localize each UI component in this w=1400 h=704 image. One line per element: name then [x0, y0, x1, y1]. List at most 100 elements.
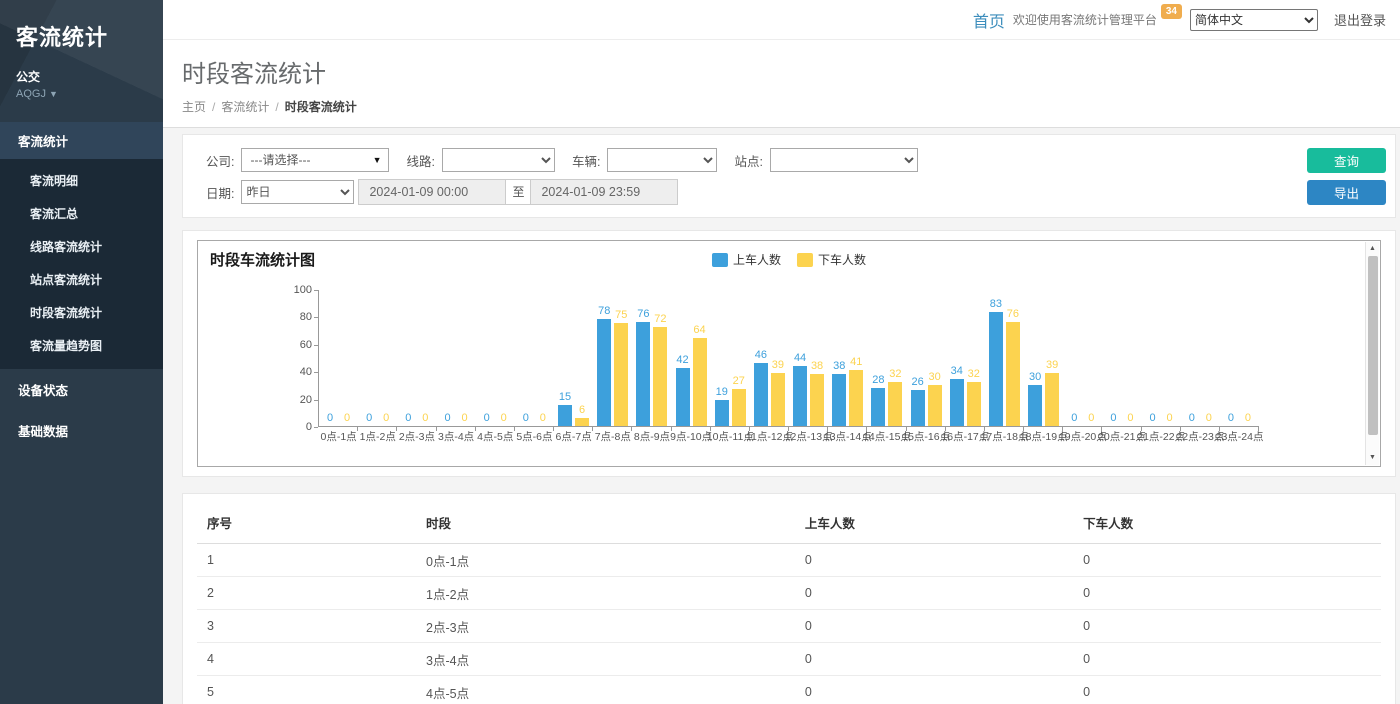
sidebar-subitem[interactable]: 客流明细: [0, 164, 163, 197]
bar-alighting[interactable]: [849, 370, 863, 426]
chart-scrollbar[interactable]: ▲ ▼: [1365, 242, 1379, 465]
x-axis-label: 8点-9点: [634, 429, 670, 444]
date-to-input[interactable]: [530, 179, 678, 205]
query-button[interactable]: 查询: [1307, 148, 1386, 173]
x-axis-label: 7点-8点: [595, 429, 631, 444]
bar-boarding[interactable]: [597, 319, 611, 426]
scroll-up-icon[interactable]: ▲: [1366, 243, 1379, 255]
sidebar-subitem[interactable]: 客流量趋势图: [0, 329, 163, 362]
bar-boarding[interactable]: [911, 390, 925, 426]
bar-chart: 000点-1点001点-2点002点-3点003点-4点004点-5点005点-…: [318, 290, 1259, 427]
table-body: 10点-1点0021点-2点0032点-3点0043点-4点0054点-5点00…: [197, 544, 1381, 704]
bar-value-label: 64: [686, 324, 714, 336]
sidebar-other-items: 设备状态基础数据: [0, 369, 163, 451]
table-cell: 0: [795, 676, 1073, 704]
bar-alighting[interactable]: [693, 338, 707, 426]
legend-item[interactable]: 上车人数: [712, 251, 781, 268]
vehicle-select[interactable]: [607, 148, 717, 172]
bar-group: 0023点-24点: [1220, 290, 1259, 426]
bar-boarding[interactable]: [832, 374, 846, 426]
table-cell: 0: [795, 577, 1073, 610]
sidebar-item[interactable]: 设备状态: [0, 369, 163, 410]
bar-group: 42649点-10点: [672, 290, 711, 426]
x-axis-label: 5点-6点: [516, 429, 552, 444]
date-preset-select[interactable]: 昨日: [241, 180, 354, 204]
scrollbar-thumb[interactable]: [1368, 256, 1378, 435]
sidebar-submenu: 客流明细客流汇总线路客流统计站点客流统计时段客流统计客流量趋势图: [0, 159, 163, 369]
table-cell: 4: [197, 643, 416, 676]
bar-alighting[interactable]: [732, 389, 746, 426]
x-axis-label: 2点-3点: [399, 429, 435, 444]
sidebar-menu: 客流统计 客流明细客流汇总线路客流统计站点客流统计时段客流统计客流量趋势图 设备…: [0, 122, 163, 451]
export-button[interactable]: 导出: [1307, 180, 1386, 205]
x-axis-tick: [436, 426, 437, 431]
y-axis-tick: [314, 290, 318, 291]
legend-item[interactable]: 下车人数: [797, 251, 866, 268]
breadcrumb-item: 时段客流统计: [285, 100, 357, 114]
company-select[interactable]: ---请选择--- ▼: [241, 148, 389, 172]
bar-alighting[interactable]: [1006, 322, 1020, 426]
bar-boarding[interactable]: [636, 322, 650, 426]
bar-boarding[interactable]: [989, 312, 1003, 426]
bar-alighting[interactable]: [614, 323, 628, 426]
logout-link[interactable]: 退出登录: [1334, 10, 1386, 29]
line-select[interactable]: [442, 148, 555, 172]
line-label: 线路:: [406, 151, 434, 170]
account-dropdown[interactable]: AQGJ ▼: [16, 88, 147, 100]
bar-boarding[interactable]: [715, 400, 729, 426]
breadcrumb: 主页/客流统计/时段客流统计: [182, 98, 1381, 115]
station-select[interactable]: [770, 148, 918, 172]
sidebar-subitem[interactable]: 客流汇总: [0, 197, 163, 230]
table-row: 10点-1点00: [197, 544, 1381, 577]
breadcrumb-item[interactable]: 主页: [182, 100, 206, 114]
language-select[interactable]: 简体中文: [1190, 9, 1318, 31]
date-to-label: 至: [505, 179, 531, 205]
bar-alighting[interactable]: [810, 374, 824, 426]
bar-value-label: 32: [960, 368, 988, 380]
y-axis-tick: [314, 372, 318, 373]
y-axis-tick: [314, 427, 318, 428]
bar-boarding[interactable]: [754, 363, 768, 426]
legend-swatch: [797, 253, 813, 267]
content: 公司: ---请选择--- ▼ 线路: 车辆: 站点:: [163, 128, 1400, 704]
sidebar-subitem[interactable]: 时段客流统计: [0, 296, 163, 329]
bar-boarding[interactable]: [1028, 385, 1042, 426]
bar-group: 0020点-21点: [1102, 290, 1141, 426]
table-cell: 5: [197, 676, 416, 704]
bar-boarding[interactable]: [676, 368, 690, 426]
scroll-down-icon[interactable]: ▼: [1366, 452, 1379, 464]
bar-alighting[interactable]: [928, 385, 942, 426]
y-axis-label: 60: [280, 339, 312, 351]
table-cell: 0: [1073, 544, 1381, 577]
bar-group: 443812点-13点: [789, 290, 828, 426]
sidebar-item[interactable]: 基础数据: [0, 410, 163, 451]
main-area: 首页 欢迎使用客流统计管理平台 34 简体中文 退出登录 时段客流统计 主页/客…: [163, 0, 1400, 704]
date-label: 日期:: [206, 183, 234, 202]
bar-alighting[interactable]: [888, 382, 902, 426]
bar-boarding[interactable]: [950, 379, 964, 426]
bar-alighting[interactable]: [771, 373, 785, 426]
table-cell: 0: [1073, 643, 1381, 676]
y-axis-label: 0: [280, 421, 312, 433]
breadcrumb-item[interactable]: 客流统计: [221, 100, 269, 114]
bar-group: 002点-3点: [397, 290, 436, 426]
date-from-input[interactable]: [358, 179, 506, 205]
x-axis-tick: [631, 426, 632, 431]
bar-alighting[interactable]: [967, 382, 981, 426]
table-cell: 0: [1073, 577, 1381, 610]
sidebar-subitem[interactable]: 站点客流统计: [0, 263, 163, 296]
sidebar-section-passenger-stats[interactable]: 客流统计: [0, 122, 163, 159]
bar-boarding[interactable]: [871, 388, 885, 426]
notification-badge[interactable]: 34: [1161, 4, 1182, 19]
bar-group: 0021点-22点: [1142, 290, 1181, 426]
sidebar-subitem[interactable]: 线路客流统计: [0, 230, 163, 263]
bar-value-label: 15: [551, 391, 579, 403]
bar-alighting[interactable]: [653, 327, 667, 426]
bar-alighting[interactable]: [1045, 373, 1059, 426]
table-cell: 0: [795, 610, 1073, 643]
bar-boarding[interactable]: [793, 366, 807, 426]
home-link[interactable]: 首页: [973, 8, 1005, 32]
bar-group: 76728点-9点: [632, 290, 671, 426]
table-row: 32点-3点00: [197, 610, 1381, 643]
bar-alighting[interactable]: [575, 418, 589, 426]
